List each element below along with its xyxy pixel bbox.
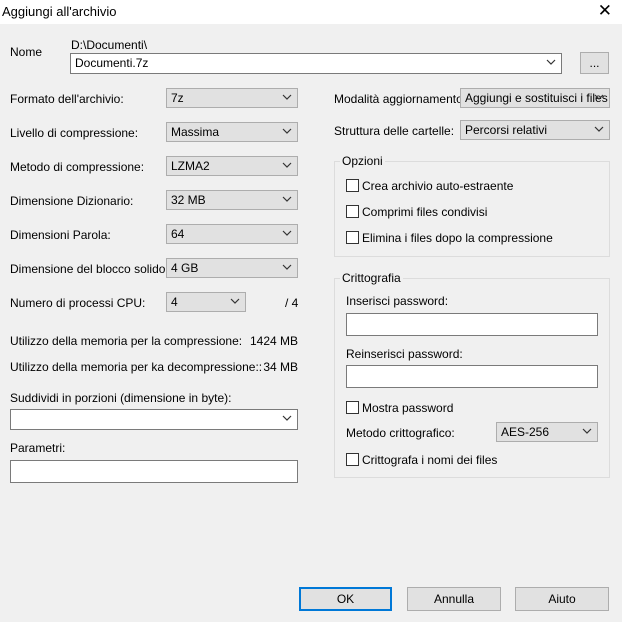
repassword-label: Reinserisci password: [346, 347, 463, 361]
shared-checkbox[interactable] [346, 205, 359, 218]
method-value: LZMA2 [171, 159, 210, 173]
encryption-title: Crittografia [340, 271, 403, 285]
path-mode-value: Percorsi relativi [465, 123, 548, 137]
delete-label: Elimina i files dopo la compressione [362, 231, 553, 245]
level-label: Livello di compressione: [10, 126, 139, 140]
format-select[interactable]: 7z [166, 88, 298, 108]
encrypt-names-checkbox[interactable] [346, 453, 359, 466]
password-label: Inserisci password: [346, 294, 449, 308]
cpu-total: / 4 [285, 296, 299, 310]
cpu-select[interactable]: 4 [166, 292, 246, 312]
chevron-down-icon [282, 162, 292, 168]
word-label: Dimensioni Parola: [10, 228, 111, 242]
chevron-down-icon [282, 128, 292, 134]
chevron-down-icon [594, 126, 604, 132]
password-input[interactable] [346, 313, 598, 336]
delete-checkbox[interactable] [346, 231, 359, 244]
encryption-method-label: Metodo crittografico: [346, 426, 455, 440]
archive-path: D:\Documenti\ [71, 38, 148, 52]
options-title: Opzioni [340, 154, 385, 168]
dict-select[interactable]: 32 MB [166, 190, 298, 210]
encrypt-names-label: Crittografa i nomi dei files [362, 453, 498, 467]
chevron-down-icon [282, 196, 292, 202]
solid-label: Dimensione del blocco solido: [10, 262, 169, 276]
sfx-label: Crea archivio auto-estraente [362, 179, 514, 193]
chevron-down-icon [282, 264, 292, 270]
title-bar: Aggiungi all'archivio ✕ [0, 0, 622, 24]
window-title: Aggiungi all'archivio [2, 4, 117, 19]
browse-button[interactable]: ... [580, 52, 609, 74]
path-mode-label: Struttura delle cartelle: [334, 124, 455, 138]
format-label: Formato dell'archivio: [10, 92, 124, 106]
method-label: Metodo di compressione: [10, 160, 145, 174]
update-mode-value: Aggiungi e sostituisci i files [465, 91, 608, 105]
mem-comp-value: 1424 MB [249, 334, 298, 348]
params-label: Parametri: [10, 441, 66, 455]
level-value: Massima [171, 125, 220, 139]
shared-label: Comprimi files condivisi [362, 205, 488, 219]
chevron-down-icon [582, 428, 592, 434]
cpu-label: Numero di processi CPU: [10, 296, 146, 310]
name-label: Nome [10, 45, 43, 59]
method-select[interactable]: LZMA2 [166, 156, 298, 176]
mem-decomp-label: Utilizzo della memoria per ka decompress… [10, 360, 263, 374]
archive-name-value: Documenti.7z [75, 56, 149, 70]
chevron-down-icon [282, 94, 292, 100]
format-value: 7z [171, 91, 184, 105]
update-mode-select[interactable]: Aggiungi e sostituisci i files [460, 88, 610, 108]
solid-select[interactable]: 4 GB [166, 258, 298, 278]
cpu-value: 4 [171, 295, 178, 309]
split-combo[interactable] [10, 409, 298, 430]
show-password-checkbox[interactable] [346, 401, 359, 414]
chevron-down-icon [282, 415, 292, 421]
archive-name-combo[interactable]: Documenti.7z [70, 53, 562, 74]
level-select[interactable]: Massima [166, 122, 298, 142]
split-label: Suddividi in porzioni (dimensione in byt… [10, 391, 232, 405]
encryption-method-value: AES-256 [501, 425, 550, 439]
show-password-label: Mostra password [362, 401, 454, 415]
chevron-down-icon [546, 59, 556, 65]
dict-label: Dimensione Dizionario: [10, 194, 134, 208]
solid-value: 4 GB [171, 261, 199, 275]
mem-comp-label: Utilizzo della memoria per la compressio… [10, 334, 243, 348]
word-select[interactable]: 64 [166, 224, 298, 244]
ok-button[interactable]: OK [299, 587, 392, 611]
encryption-method-select[interactable]: AES-256 [496, 422, 598, 442]
chevron-down-icon [594, 94, 604, 100]
word-value: 64 [171, 227, 185, 241]
chevron-down-icon [282, 230, 292, 236]
close-icon[interactable]: ✕ [598, 1, 612, 21]
cancel-button[interactable]: Annulla [407, 587, 501, 611]
sfx-checkbox[interactable] [346, 179, 359, 192]
dict-value: 32 MB [171, 193, 206, 207]
mem-decomp-value: 34 MB [263, 360, 298, 374]
repassword-input[interactable] [346, 365, 598, 388]
help-button[interactable]: Aiuto [515, 587, 609, 611]
params-input[interactable] [10, 460, 298, 483]
chevron-down-icon [230, 298, 240, 304]
path-mode-select[interactable]: Percorsi relativi [460, 120, 610, 140]
update-mode-label: Modalità aggiornamento: [334, 92, 467, 106]
